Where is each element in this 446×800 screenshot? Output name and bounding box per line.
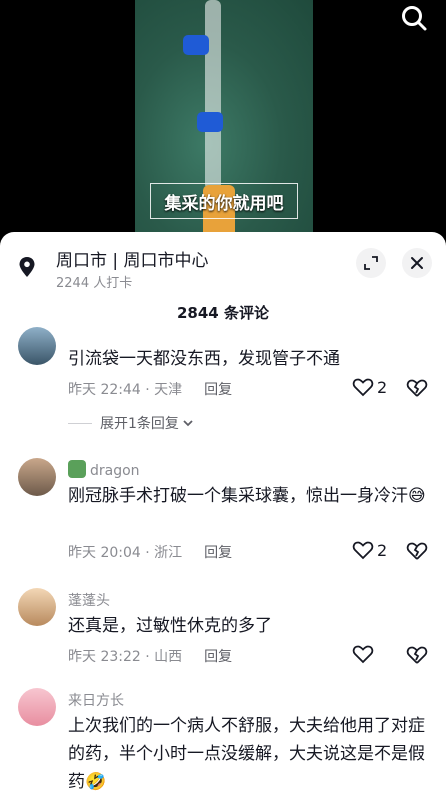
- search-icon[interactable]: [400, 4, 428, 32]
- heart-icon: [352, 541, 374, 560]
- comment-meta: 昨天 20:04 · 浙江 回复: [68, 542, 232, 562]
- comment-text: 上次我们的一个病人不舒服，大夫给他用了对症的药，半个小时一点没缓解，大夫说这是不…: [68, 716, 425, 792]
- heart-icon: [352, 645, 374, 664]
- comment-username[interactable]: 蓬蓬头: [68, 590, 110, 610]
- comment-meta: 昨天 23:22 · 山西 回复: [68, 646, 232, 666]
- broken-heart-icon[interactable]: [406, 378, 428, 398]
- comment-text: 刚冠脉手术打破一个集采球囊，惊出一身冷汗😅: [68, 486, 426, 506]
- collapse-icon: [364, 256, 378, 270]
- comment-time: 昨天 20:04 · 浙江: [68, 545, 183, 561]
- broken-heart-icon[interactable]: [406, 645, 428, 665]
- like-button[interactable]: [352, 644, 377, 664]
- dragon-badge-icon: [68, 460, 86, 478]
- location-title: 周口市 | 周口市中心: [56, 251, 209, 271]
- video-valve: [197, 112, 223, 132]
- expand-replies-button[interactable]: 展开1条回复: [68, 413, 194, 433]
- like-button[interactable]: 2: [352, 540, 387, 560]
- location-pin-icon: [19, 257, 35, 277]
- avatar[interactable]: [18, 688, 56, 726]
- video-caption: 集采的你就用吧: [150, 183, 298, 219]
- reply-button[interactable]: 回复: [204, 545, 232, 561]
- comment-username[interactable]: 来日方长: [68, 690, 124, 710]
- divider: [68, 422, 92, 424]
- like-count: 2: [377, 540, 388, 560]
- like-button[interactable]: 2: [352, 377, 387, 397]
- location-checkins: 2244 人打卡: [56, 276, 133, 291]
- comment-text: 引流袋一天都没东西，发现管子不通: [68, 349, 340, 369]
- comment-time: 昨天 23:22 · 山西: [68, 649, 183, 665]
- heart-icon: [352, 378, 374, 397]
- video-player[interactable]: 集采的你就用吧: [0, 0, 446, 240]
- comment-meta: 昨天 22:44 · 天津 回复: [68, 379, 232, 399]
- chevron-down-icon: [183, 420, 193, 427]
- comment-sheet: 周口市 | 周口市中心 2244 人打卡 2844 条评论 引流袋一天都没东西，…: [0, 232, 446, 800]
- avatar[interactable]: [18, 588, 56, 626]
- close-button[interactable]: [402, 248, 432, 278]
- expand-replies-label: 展开1条回复: [100, 416, 179, 432]
- collapse-button[interactable]: [356, 248, 386, 278]
- comment-count: 2844 条评论: [177, 304, 269, 322]
- avatar[interactable]: [18, 458, 56, 496]
- video-tube: [205, 0, 221, 190]
- avatar[interactable]: [18, 327, 56, 365]
- video-valve: [183, 35, 209, 55]
- broken-heart-icon[interactable]: [406, 541, 428, 561]
- like-count: 2: [377, 377, 388, 397]
- location-row[interactable]: 周口市 | 周口市中心 2244 人打卡: [16, 246, 432, 291]
- comment-text: 还真是，过敏性休克的多了: [68, 616, 272, 636]
- reply-button[interactable]: 回复: [204, 382, 232, 398]
- reply-button[interactable]: 回复: [204, 649, 232, 665]
- comment-username[interactable]: dragon: [68, 460, 140, 479]
- close-icon: [411, 257, 423, 269]
- comment-time: 昨天 22:44 · 天津: [68, 382, 183, 398]
